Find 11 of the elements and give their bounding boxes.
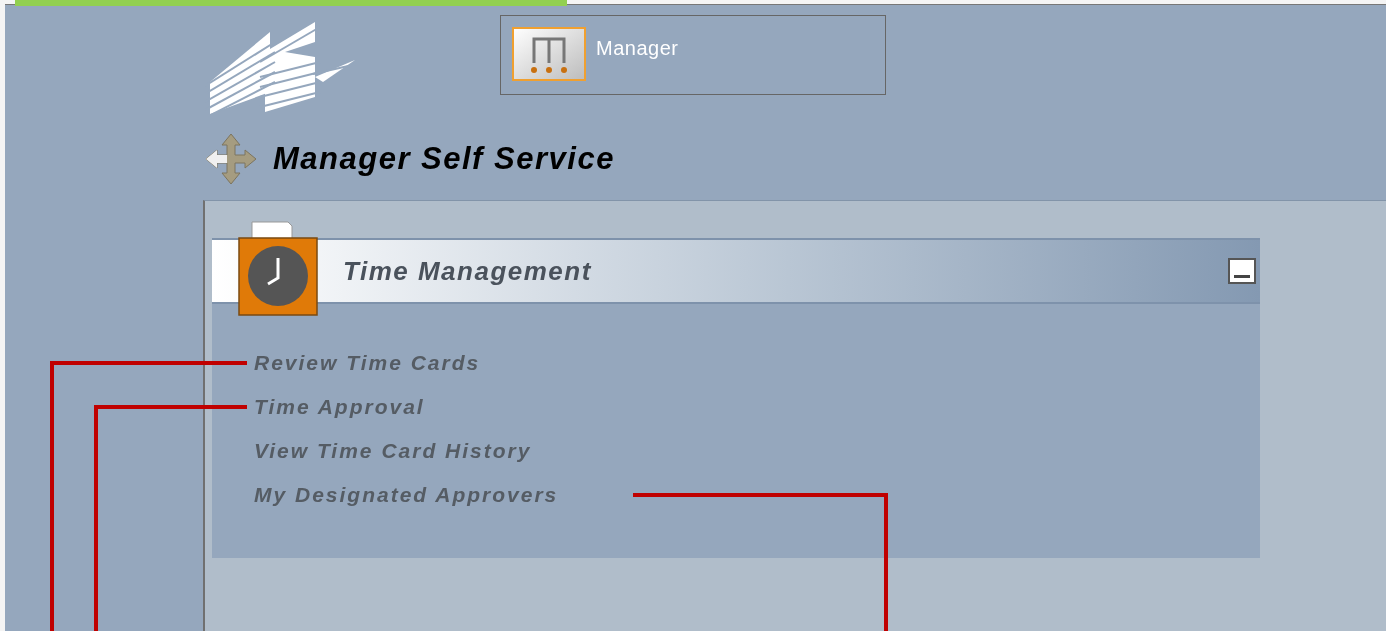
clock-icon <box>238 218 318 316</box>
menu-link[interactable]: Time Approval <box>254 394 425 420</box>
role-tab[interactable]: Manager <box>500 15 886 95</box>
menu-link[interactable]: Review Time Cards <box>254 350 481 376</box>
menu-link[interactable]: My Designated Approvers <box>254 482 559 508</box>
menu-link[interactable]: View Time Card History <box>254 438 532 464</box>
page-title: Manager Self Service <box>273 141 615 177</box>
section-title: Time Management <box>343 255 592 287</box>
move-icon <box>205 133 257 185</box>
org-chart-icon <box>512 27 586 81</box>
collapse-button[interactable] <box>1228 258 1256 284</box>
